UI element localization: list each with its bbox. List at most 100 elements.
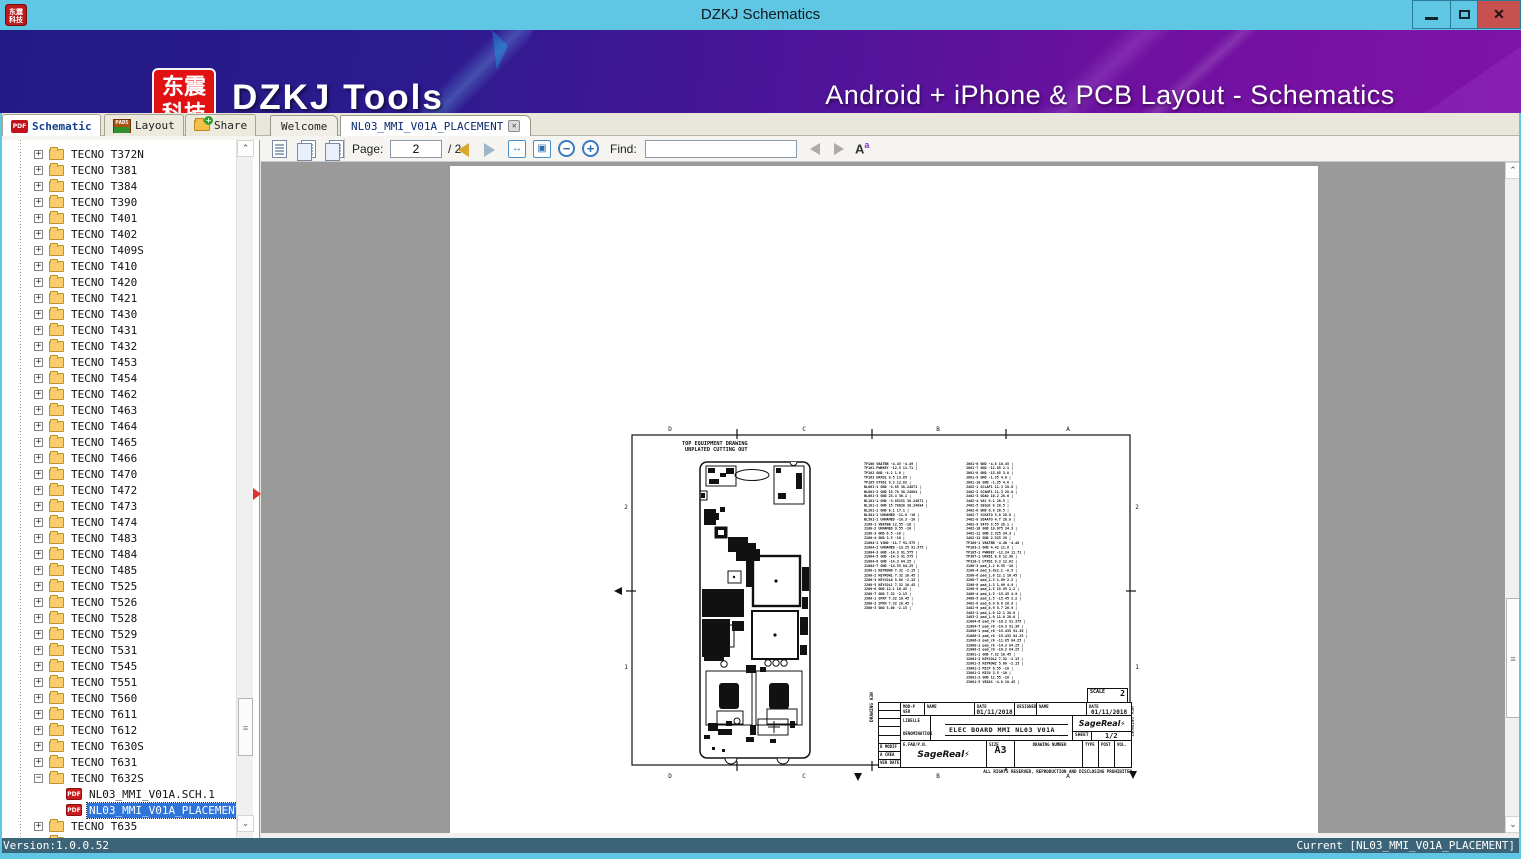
expand-toggle-icon[interactable]: + bbox=[34, 470, 43, 479]
tab-schematic[interactable]: PDF Schematic bbox=[2, 114, 101, 137]
expand-toggle-icon[interactable]: + bbox=[34, 630, 43, 639]
tree-folder-tecno-t525[interactable]: +TECNO T525 bbox=[0, 578, 236, 594]
tree-file-nl03-mmi-v01a-placement[interactable]: PDFNL03_MMI_V01A_PLACEMENT bbox=[0, 802, 236, 818]
expand-toggle-icon[interactable]: + bbox=[34, 486, 43, 495]
tree-folder-tecno-t372n[interactable]: +TECNO T372N bbox=[0, 146, 236, 162]
expand-toggle-icon[interactable]: + bbox=[34, 358, 43, 367]
fit-page-button[interactable]: ▣ bbox=[533, 140, 551, 158]
expand-toggle-icon[interactable]: + bbox=[34, 742, 43, 751]
tree-folder-tecno-t611[interactable]: +TECNO T611 bbox=[0, 706, 236, 722]
tree-folder-tecno-t390[interactable]: +TECNO T390 bbox=[0, 194, 236, 210]
scroll-down-icon[interactable]: ⌄ bbox=[237, 815, 254, 832]
tree-folder-tecno-t410[interactable]: +TECNO T410 bbox=[0, 258, 236, 274]
tree-folder-tecno-t485[interactable]: +TECNO T485 bbox=[0, 562, 236, 578]
tree-folder-tecno-t472[interactable]: +TECNO T472 bbox=[0, 482, 236, 498]
expand-toggle-icon[interactable]: + bbox=[34, 166, 43, 175]
tree-folder-tecno-t630s[interactable]: +TECNO T630S bbox=[0, 738, 236, 754]
expand-toggle-icon[interactable]: + bbox=[34, 150, 43, 159]
tree-folder-tecno-t384[interactable]: +TECNO T384 bbox=[0, 178, 236, 194]
tree-folder-tecno-t612[interactable]: +TECNO T612 bbox=[0, 722, 236, 738]
tree-file-nl03-mmi-v01a-sch-1[interactable]: PDFNL03_MMI_V01A.SCH.1 bbox=[0, 786, 236, 802]
continuous-view-button[interactable] bbox=[329, 140, 344, 158]
expand-toggle-icon[interactable]: + bbox=[34, 758, 43, 767]
expand-toggle-icon[interactable]: + bbox=[34, 646, 43, 655]
tree-folder-tecno-t526[interactable]: +TECNO T526 bbox=[0, 594, 236, 610]
tree-folder-tecno-t474[interactable]: +TECNO T474 bbox=[0, 514, 236, 530]
expand-toggle-icon[interactable]: + bbox=[34, 310, 43, 319]
tree-folder-tecno-t466[interactable]: +TECNO T466 bbox=[0, 450, 236, 466]
expand-toggle-icon[interactable]: + bbox=[34, 182, 43, 191]
maximize-button[interactable] bbox=[1450, 0, 1478, 29]
tree-folder-tecno-t420[interactable]: +TECNO T420 bbox=[0, 274, 236, 290]
expand-toggle-icon[interactable]: + bbox=[34, 598, 43, 607]
scrollbar-thumb[interactable]: ≡ bbox=[238, 698, 253, 756]
previous-page-button[interactable] bbox=[458, 143, 469, 157]
match-case-button[interactable]: Aa bbox=[855, 140, 869, 156]
tree-folder-tecno-t484[interactable]: +TECNO T484 bbox=[0, 546, 236, 562]
tree-folder-tecno-t464[interactable]: +TECNO T464 bbox=[0, 418, 236, 434]
expand-toggle-icon[interactable]: + bbox=[34, 518, 43, 527]
expand-toggle-icon[interactable]: + bbox=[34, 582, 43, 591]
tree-folder-tecno-t402[interactable]: +TECNO T402 bbox=[0, 226, 236, 242]
expand-toggle-icon[interactable]: + bbox=[34, 438, 43, 447]
tab-layout[interactable]: PADS Layout bbox=[104, 114, 184, 136]
tree-folder-tecno-t381[interactable]: +TECNO T381 bbox=[0, 162, 236, 178]
tab-welcome[interactable]: Welcome bbox=[270, 115, 338, 136]
tree-folder-tecno-t545[interactable]: +TECNO T545 bbox=[0, 658, 236, 674]
expand-toggle-icon[interactable]: + bbox=[34, 662, 43, 671]
tree-folder-tecno-t409s[interactable]: +TECNO T409S bbox=[0, 242, 236, 258]
minimize-button[interactable] bbox=[1412, 0, 1451, 29]
tab-share[interactable]: + Share bbox=[185, 114, 256, 136]
tree-folder-tecno-t483[interactable]: +TECNO T483 bbox=[0, 530, 236, 546]
tree-folder-tecno-t430[interactable]: +TECNO T430 bbox=[0, 306, 236, 322]
collapse-toggle-icon[interactable]: − bbox=[34, 774, 43, 783]
zoom-out-button[interactable]: − bbox=[558, 140, 575, 157]
expand-toggle-icon[interactable]: + bbox=[34, 502, 43, 511]
expand-toggle-icon[interactable]: + bbox=[34, 822, 43, 831]
tree-folder-tecno-t529[interactable]: +TECNO T529 bbox=[0, 626, 236, 642]
expand-toggle-icon[interactable]: + bbox=[34, 230, 43, 239]
tree-folder-tecno-t462[interactable]: +TECNO T462 bbox=[0, 386, 236, 402]
tree-folder-tecno-t431[interactable]: +TECNO T431 bbox=[0, 322, 236, 338]
fit-width-button[interactable]: ↔ bbox=[508, 140, 526, 158]
expand-toggle-icon[interactable]: + bbox=[34, 246, 43, 255]
facing-pages-view-button[interactable] bbox=[301, 140, 316, 158]
tree-folder-tecno-t528[interactable]: +TECNO T528 bbox=[0, 610, 236, 626]
expand-toggle-icon[interactable]: + bbox=[34, 710, 43, 719]
expand-toggle-icon[interactable]: + bbox=[34, 326, 43, 335]
tree-folder-tecno-t560[interactable]: +TECNO T560 bbox=[0, 690, 236, 706]
sidebar-scrollbar[interactable]: ⌃ ≡ ⌄ bbox=[236, 140, 253, 838]
find-previous-button[interactable] bbox=[810, 143, 820, 155]
tab-close-icon[interactable]: ✕ bbox=[508, 120, 520, 132]
expand-toggle-icon[interactable]: + bbox=[34, 342, 43, 351]
expand-toggle-icon[interactable]: + bbox=[34, 198, 43, 207]
next-page-button[interactable] bbox=[484, 143, 495, 157]
expand-toggle-icon[interactable]: + bbox=[34, 566, 43, 575]
tree-folder-tecno-t401[interactable]: +TECNO T401 bbox=[0, 210, 236, 226]
zoom-in-button[interactable]: + bbox=[582, 140, 599, 157]
find-next-button[interactable] bbox=[834, 143, 844, 155]
expand-toggle-icon[interactable]: + bbox=[34, 406, 43, 415]
expand-toggle-icon[interactable]: + bbox=[34, 454, 43, 463]
splitter-collapse-arrow-icon[interactable] bbox=[253, 488, 261, 500]
expand-toggle-icon[interactable]: + bbox=[34, 678, 43, 687]
tree-folder-tecno-t632s[interactable]: −TECNO T632S bbox=[0, 770, 236, 786]
single-page-view-button[interactable] bbox=[272, 140, 287, 158]
scroll-up-icon[interactable]: ⌃ bbox=[237, 140, 254, 157]
expand-toggle-icon[interactable]: + bbox=[34, 294, 43, 303]
tab-document-nl03-mmi-v01a-placement[interactable]: NL03_MMI_V01A_PLACEMENT ✕ bbox=[340, 115, 531, 136]
tree-folder-tecno-t635[interactable]: +TECNO T635 bbox=[0, 818, 236, 834]
tree-folder-tecno-t531[interactable]: +TECNO T531 bbox=[0, 642, 236, 658]
tree-folder-tecno-t432[interactable]: +TECNO T432 bbox=[0, 338, 236, 354]
expand-toggle-icon[interactable]: + bbox=[34, 614, 43, 623]
tree-folder-tecno-t453[interactable]: +TECNO T453 bbox=[0, 354, 236, 370]
expand-toggle-icon[interactable]: + bbox=[34, 422, 43, 431]
expand-toggle-icon[interactable]: + bbox=[34, 726, 43, 735]
tree-folder-tecno-t473[interactable]: +TECNO T473 bbox=[0, 498, 236, 514]
expand-toggle-icon[interactable]: + bbox=[34, 374, 43, 383]
expand-toggle-icon[interactable]: + bbox=[34, 534, 43, 543]
tree-folder-tecno-t465[interactable]: +TECNO T465 bbox=[0, 434, 236, 450]
expand-toggle-icon[interactable]: + bbox=[34, 390, 43, 399]
scrollbar-thumb[interactable]: ≡ bbox=[1506, 598, 1520, 718]
tree-folder-tecno-t463[interactable]: +TECNO T463 bbox=[0, 402, 236, 418]
